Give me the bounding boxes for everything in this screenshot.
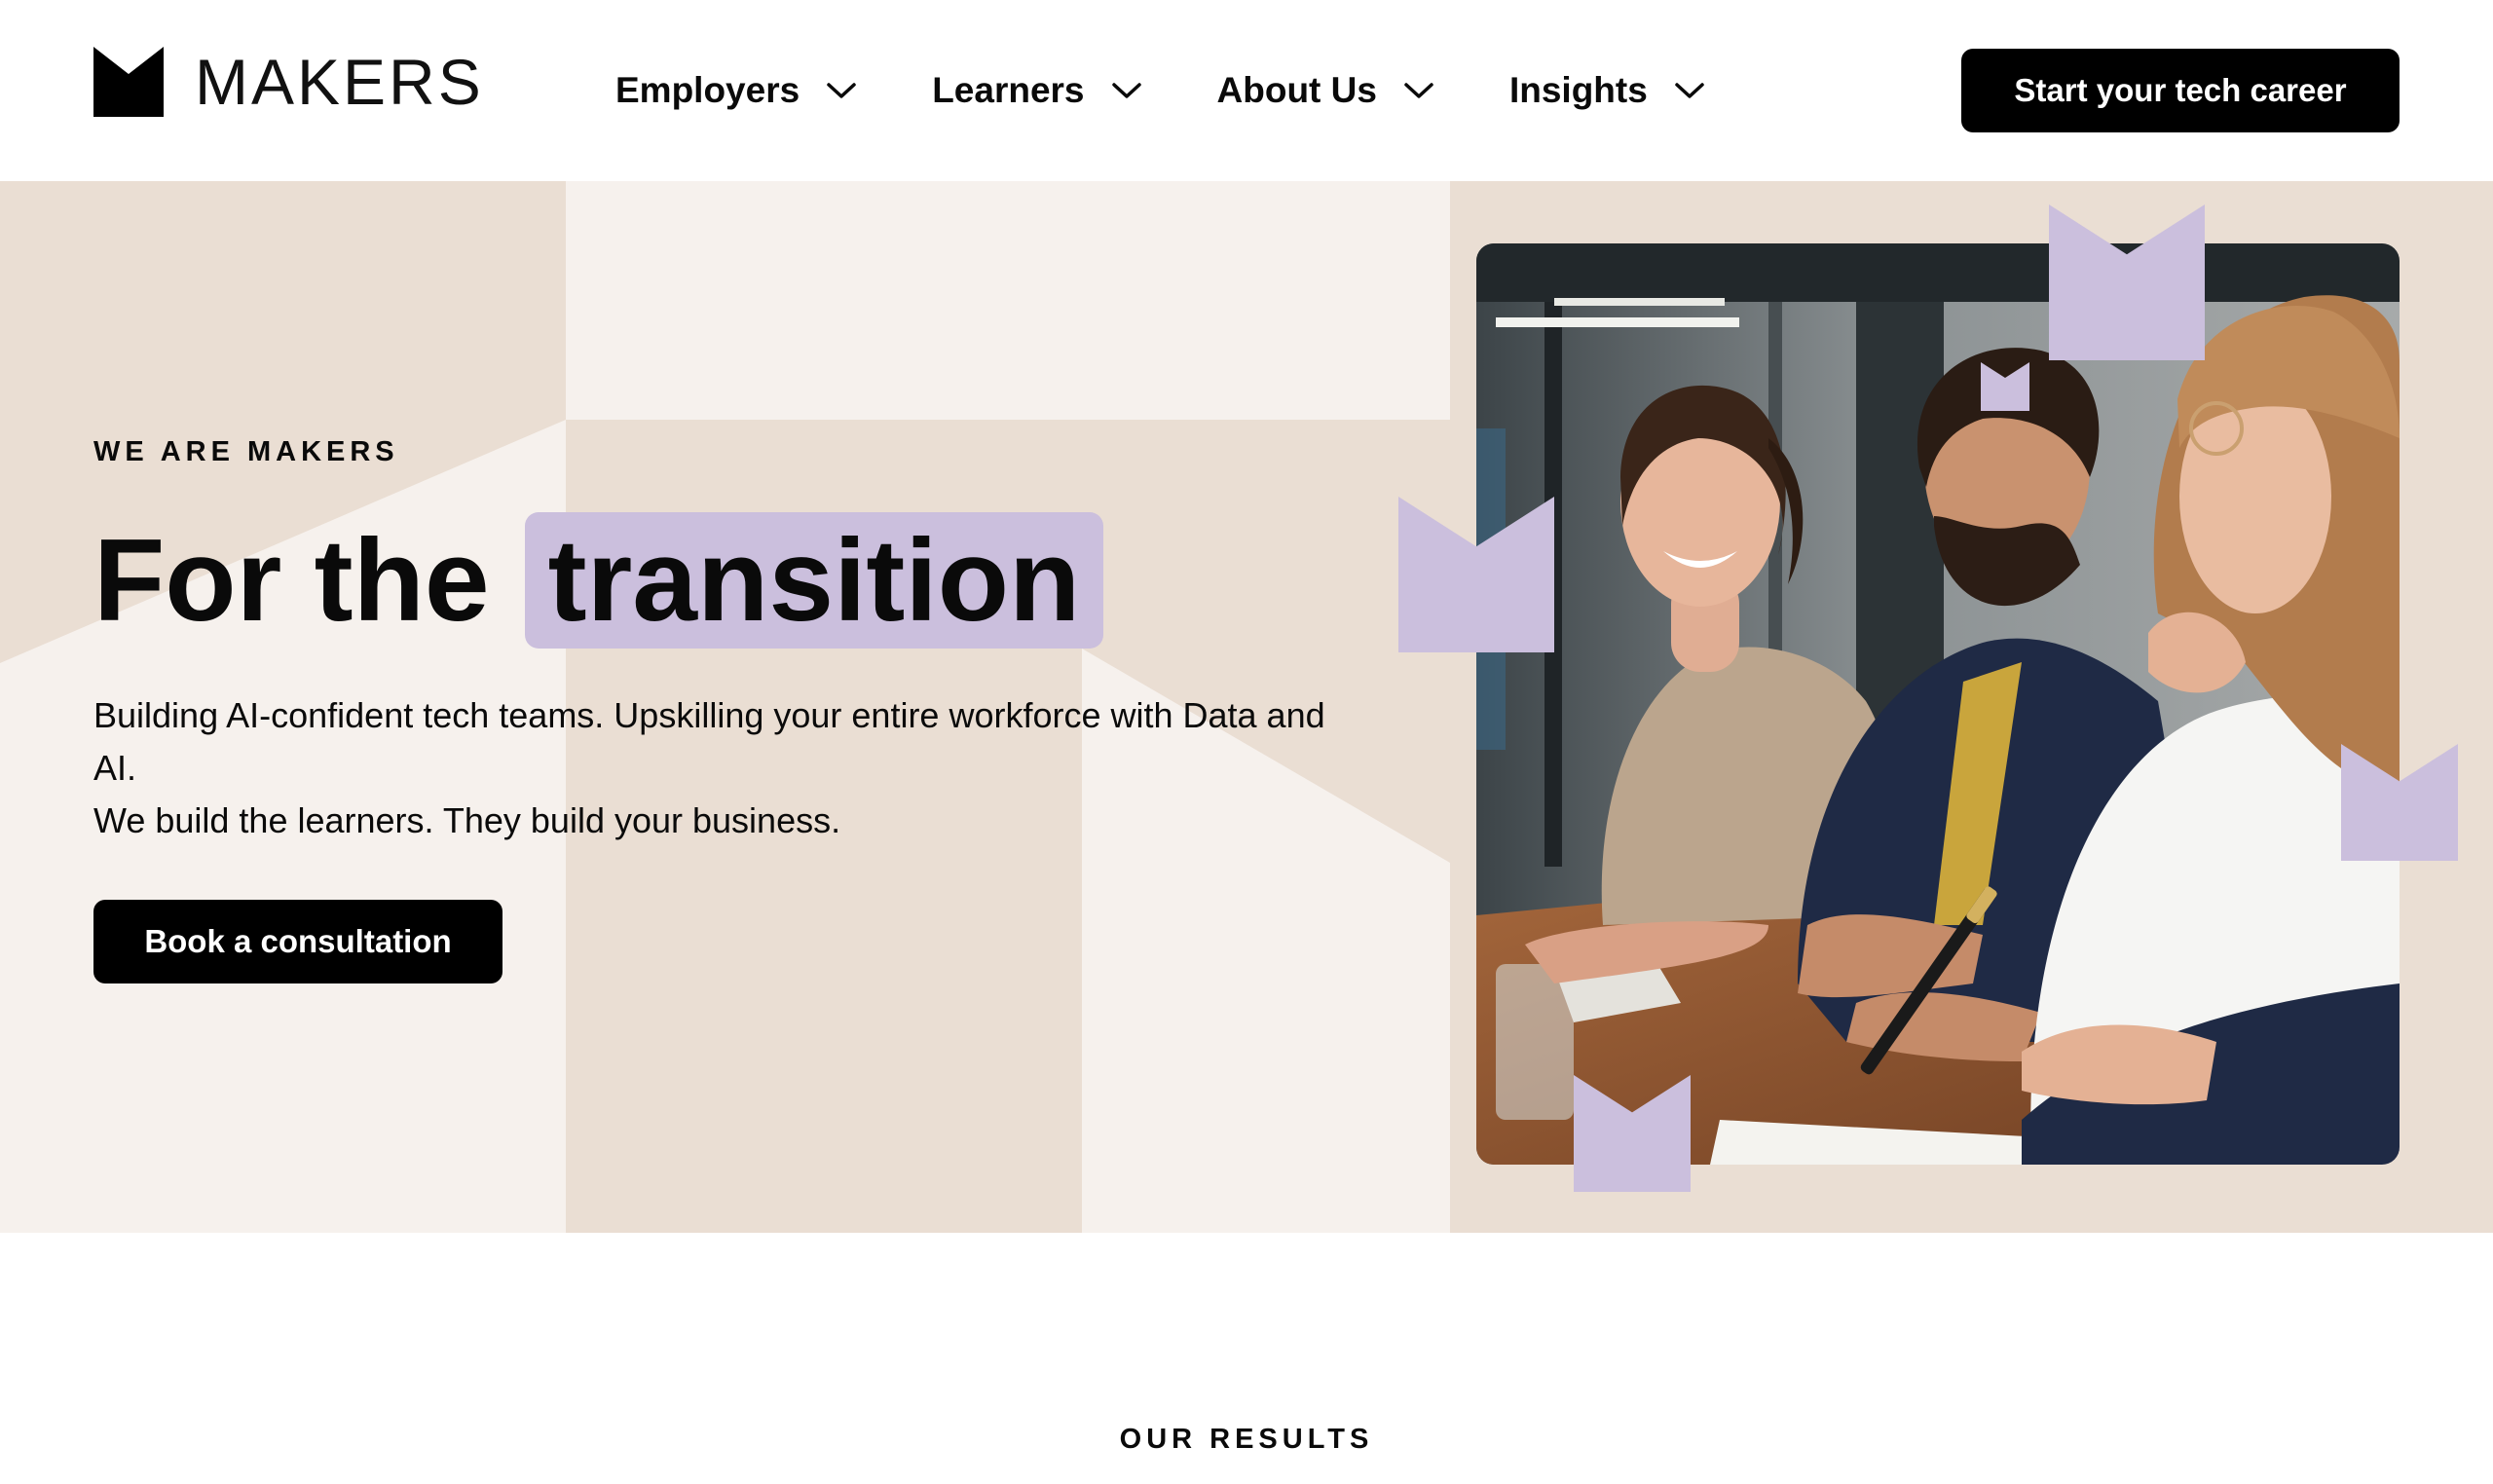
nav-item-employers[interactable]: Employers [615,56,858,125]
nav-item-about-us[interactable]: About Us [1217,56,1435,125]
site-header: MAKERS Employers Learners About Us Insig… [0,0,2493,181]
logo-wordmark: MAKERS [195,46,484,118]
chevron-down-icon [1404,83,1433,98]
hero-subtitle: Building AI-confident tech teams. Upskil… [93,689,1359,847]
logo[interactable]: MAKERS [93,47,484,117]
hero-eyebrow: WE ARE MAKERS [93,436,399,467]
hero-headline: For the transition [93,512,1104,649]
nav-item-label: Employers [615,70,800,110]
nav-item-insights[interactable]: Insights [1509,56,1706,125]
makers-crown-icon [93,47,164,117]
hero-subtitle-line: Building AI-confident tech teams. Upskil… [93,695,1325,788]
start-tech-career-button[interactable]: Start your tech career [1961,49,2400,132]
headline-prefix: For the [93,515,490,646]
chevron-down-icon [1111,83,1141,98]
hero-section: WE ARE MAKERS For the transition Buildin… [0,181,2493,1233]
crown-decoration-icon [1574,1075,1691,1192]
hero-photo [1476,243,2400,1165]
chevron-down-icon [1675,83,1704,98]
our-results-heading: OUR RESULTS [1119,1424,1374,1455]
nav-item-label: Learners [932,70,1085,110]
nav-item-label: Insights [1508,70,1648,110]
nav-item-learners[interactable]: Learners [932,56,1142,125]
crown-decoration-icon [2341,744,2458,861]
crown-decoration-icon [1981,362,2029,411]
main-nav: Employers Learners About Us Insights [615,56,1780,125]
crown-decoration-icon [1398,497,1554,652]
crown-decoration-icon [2049,204,2205,360]
book-consultation-button[interactable]: Book a consultation [93,900,502,983]
headline-highlight: transition [524,512,1104,649]
chevron-down-icon [827,83,856,98]
nav-item-label: About Us [1216,70,1377,110]
hero-subtitle-line: We build the learners. They build your b… [93,800,841,840]
team-meeting-image [1476,243,2400,1165]
